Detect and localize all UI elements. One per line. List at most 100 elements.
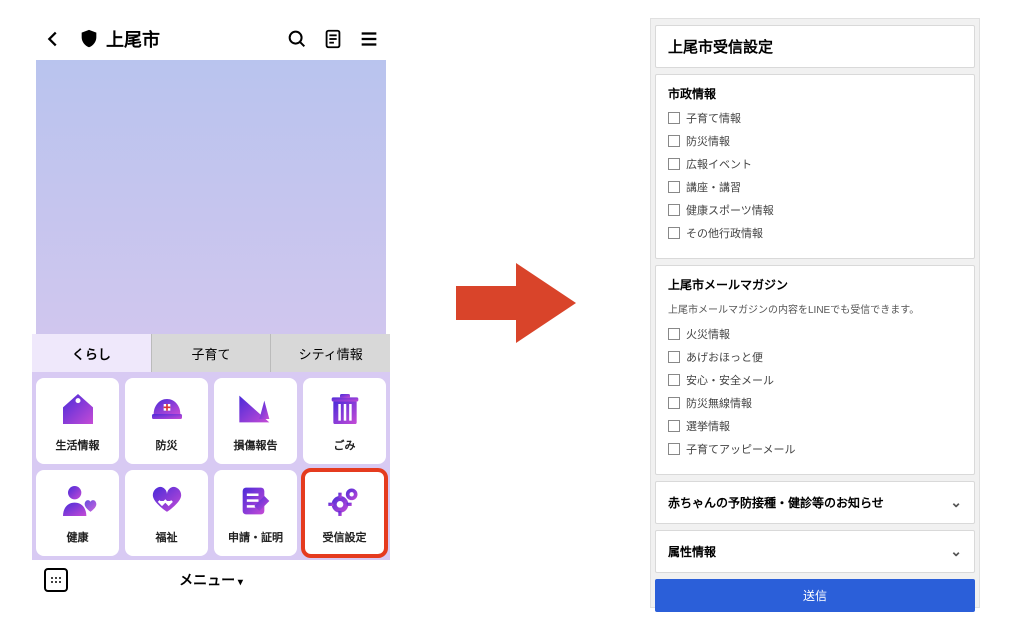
checkbox-icon [668, 351, 680, 363]
tab-kosodate[interactable]: 子育て [152, 334, 272, 372]
accordion-label: 属性情報 [668, 543, 716, 560]
tile-label: 申請・証明 [228, 529, 283, 545]
checkbox-label: 広報イベント [686, 156, 752, 172]
accordion-attributes[interactable]: 属性情報 ⌄ [655, 530, 975, 573]
checkbox-row[interactable]: 広報イベント [668, 156, 962, 172]
settings-title: 上尾市受信設定 [668, 36, 962, 57]
tile-label: 福祉 [156, 529, 178, 545]
checkbox-label: 健康スポーツ情報 [686, 202, 774, 218]
checkbox-row[interactable]: 子育てアッピーメール [668, 441, 962, 457]
submit-button[interactable]: 送信 [655, 579, 975, 612]
checkbox-icon [668, 328, 680, 340]
settings-title-card: 上尾市受信設定 [655, 25, 975, 68]
checkbox-row[interactable]: 講座・講習 [668, 179, 962, 195]
tile-label: 防災 [156, 437, 178, 453]
section-title: 市政情報 [668, 85, 962, 102]
shield-icon [78, 28, 100, 50]
tile-grid-wrap: 生活情報 防災 損傷報告 [32, 372, 390, 560]
tab-city-info[interactable]: シティ情報 [271, 334, 390, 372]
chevron-down-icon: ⌄ [950, 543, 962, 560]
tile-fukushi[interactable]: 福祉 [125, 470, 208, 556]
tile-gomi[interactable]: ごみ [303, 378, 386, 464]
checkbox-icon [668, 112, 680, 124]
tile-reception-settings[interactable]: 受信設定 [303, 470, 386, 556]
checkbox-row[interactable]: 安心・安全メール [668, 372, 962, 388]
tile-label: ごみ [334, 437, 356, 453]
section-title: 上尾市メールマガジン [668, 276, 962, 293]
menu-label: メニュー [179, 572, 235, 588]
checkbox-label: 安心・安全メール [686, 372, 774, 388]
house-icon [58, 389, 98, 429]
cone-icon [236, 389, 276, 429]
checkbox-row[interactable]: 火災情報 [668, 326, 962, 342]
hamburger-icon[interactable] [358, 28, 380, 50]
submit-label: 送信 [803, 589, 827, 603]
tab-label: シティ情報 [299, 344, 363, 363]
checkbox-icon [668, 135, 680, 147]
city-title: 上尾市 [78, 26, 160, 52]
checkbox-icon [668, 227, 680, 239]
app-screen-left: 上尾市 くらし 子育て シティ情報 生活情報 [32, 18, 390, 600]
tile-grid: 生活情報 防災 損傷報告 [36, 378, 386, 556]
accordion-baby[interactable]: 赤ちゃんの予防接種・健診等のお知らせ ⌄ [655, 481, 975, 524]
trash-icon [325, 389, 365, 429]
topbar: 上尾市 [32, 18, 390, 60]
checkbox-icon [668, 181, 680, 193]
back-icon[interactable] [42, 28, 64, 50]
checkbox-row[interactable]: 健康スポーツ情報 [668, 202, 962, 218]
keyboard-icon[interactable] [44, 568, 68, 592]
tab-kurashi[interactable]: くらし [32, 334, 152, 372]
checkbox-icon [668, 158, 680, 170]
checkbox-icon [668, 204, 680, 216]
checkbox-row[interactable]: あげおほっと便 [668, 349, 962, 365]
helmet-icon [147, 389, 187, 429]
tile-label: 損傷報告 [234, 437, 278, 453]
person-heart-icon [58, 481, 98, 521]
hero-image-area [36, 60, 386, 334]
checkbox-label: 講座・講習 [686, 179, 741, 195]
checkbox-label: あげおほっと便 [686, 349, 763, 365]
search-icon[interactable] [286, 28, 308, 50]
accordion-label: 赤ちゃんの予防接種・健診等のお知らせ [668, 494, 884, 511]
doc-pen-icon [236, 481, 276, 521]
section-shisei: 市政情報 子育て情報 防災情報 広報イベント 講座・講習 健康スポーツ情報 その… [655, 74, 975, 259]
footer-bar: メニュー [32, 560, 390, 600]
tile-label: 受信設定 [323, 529, 367, 545]
section-mailmag: 上尾市メールマガジン 上尾市メールマガジンの内容をLINEでも受信できます。 火… [655, 265, 975, 475]
tile-seikatsu[interactable]: 生活情報 [36, 378, 119, 464]
checkbox-label: 火災情報 [686, 326, 730, 342]
tile-bousai[interactable]: 防災 [125, 378, 208, 464]
checkbox-icon [668, 420, 680, 432]
tile-sonsyou[interactable]: 損傷報告 [214, 378, 297, 464]
tab-label: 子育て [192, 344, 231, 363]
tile-label: 生活情報 [56, 437, 100, 453]
checkbox-icon [668, 374, 680, 386]
tile-shinsei[interactable]: 申請・証明 [214, 470, 297, 556]
arrow-icon [456, 258, 576, 348]
menu-button[interactable]: メニュー [179, 570, 243, 590]
checkbox-row[interactable]: 子育て情報 [668, 110, 962, 126]
checkbox-label: 防災無線情報 [686, 395, 752, 411]
checkbox-label: 子育てアッピーメール [686, 441, 796, 457]
category-tabs: くらし 子育て シティ情報 [32, 334, 390, 372]
document-icon[interactable] [322, 28, 344, 50]
checkbox-icon [668, 397, 680, 409]
checkbox-row[interactable]: 選挙情報 [668, 418, 962, 434]
settings-panel: 上尾市受信設定 市政情報 子育て情報 防災情報 広報イベント 講座・講習 健康ス… [650, 18, 980, 608]
chevron-down-icon: ⌄ [950, 494, 962, 511]
section-sub: 上尾市メールマガジンの内容をLINEでも受信できます。 [668, 301, 962, 316]
checkbox-label: 選挙情報 [686, 418, 730, 434]
tab-label: くらし [72, 344, 111, 363]
checkbox-row[interactable]: 防災無線情報 [668, 395, 962, 411]
checkbox-row[interactable]: その他行政情報 [668, 225, 962, 241]
checkbox-label: 防災情報 [686, 133, 730, 149]
checkbox-icon [668, 443, 680, 455]
gears-icon [325, 481, 365, 521]
checkbox-label: 子育て情報 [686, 110, 741, 126]
checkbox-label: その他行政情報 [686, 225, 763, 241]
city-name: 上尾市 [106, 26, 160, 52]
tile-kenkou[interactable]: 健康 [36, 470, 119, 556]
checkbox-row[interactable]: 防災情報 [668, 133, 962, 149]
tile-label: 健康 [67, 529, 89, 545]
handshake-icon [147, 481, 187, 521]
